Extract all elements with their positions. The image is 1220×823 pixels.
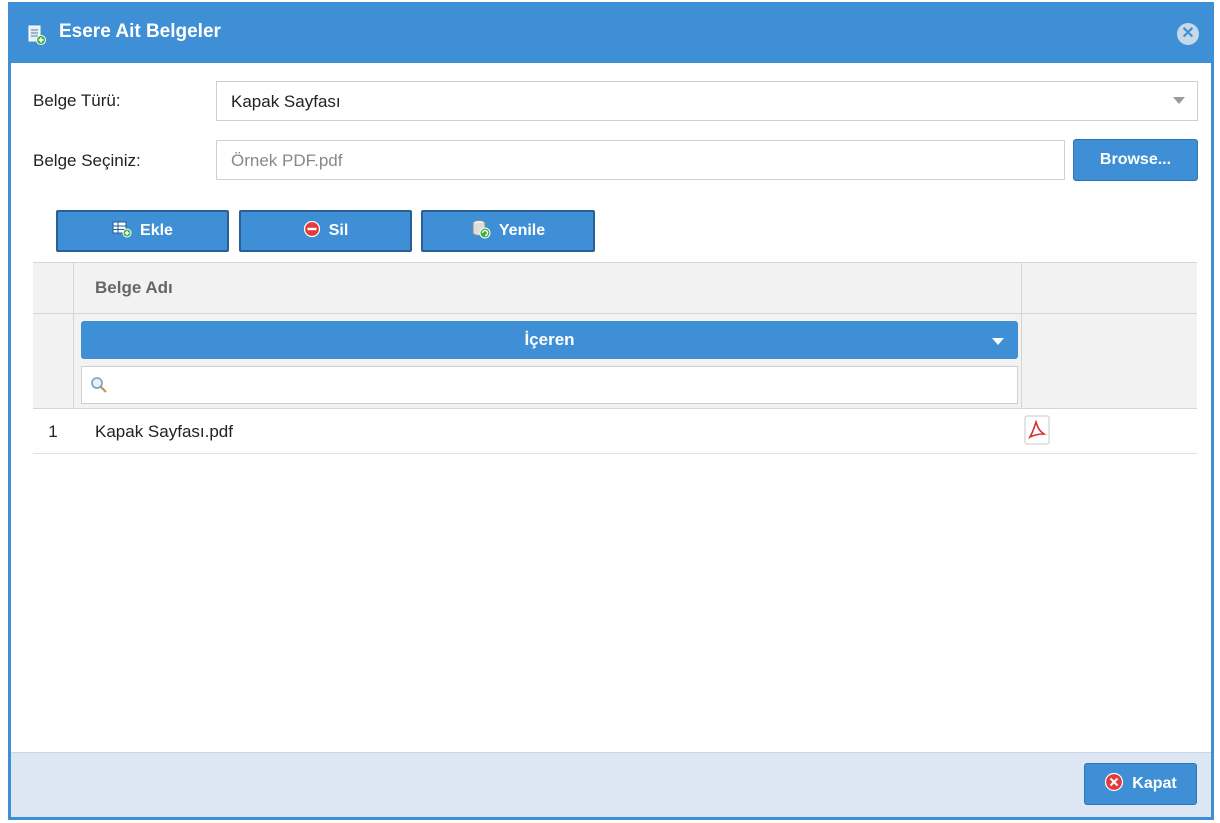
- pdf-icon[interactable]: [1024, 415, 1050, 450]
- search-icon: [90, 376, 108, 399]
- sil-label: Sil: [328, 222, 349, 239]
- belge-turu-label: Belge Türü:: [33, 91, 121, 110]
- filter-search-input[interactable]: [81, 366, 1018, 404]
- column-header-belge-adi[interactable]: Belge Adı: [95, 278, 173, 298]
- kapat-button[interactable]: Kapat: [1084, 763, 1197, 805]
- belge-turu-value: Kapak Sayfası: [231, 92, 341, 111]
- yenile-label: Yenile: [498, 222, 546, 239]
- close-icon[interactable]: ✕: [1177, 23, 1199, 45]
- dialog-title: Esere Ait Belgeler: [59, 21, 221, 42]
- minus-circle-icon: [303, 220, 321, 243]
- document-dialog: Esere Ait Belgeler ✕ Belge Türü: Kapak S…: [8, 2, 1214, 820]
- belge-turu-select[interactable]: Kapak Sayfası: [216, 81, 1198, 121]
- chevron-down-icon: [1173, 97, 1185, 104]
- belge-seciniz-label: Belge Seçiniz:: [33, 151, 141, 170]
- sil-button[interactable]: Sil: [239, 210, 412, 252]
- filter-mode-value: İçeren: [524, 330, 575, 349]
- row-number: 1: [48, 422, 58, 441]
- database-refresh-icon: [471, 219, 491, 244]
- dialog-titlebar[interactable]: Esere Ait Belgeler ✕: [11, 5, 1211, 63]
- filter-mode-select[interactable]: İçeren: [81, 321, 1018, 359]
- file-path-field[interactable]: Örnek PDF.pdf: [216, 140, 1065, 180]
- chevron-down-icon: [992, 338, 1004, 345]
- file-path-value: Örnek PDF.pdf: [231, 151, 343, 170]
- document-stack-icon: [27, 25, 47, 50]
- grid-filter-row: İçeren: [33, 314, 1197, 409]
- document-name: Kapak Sayfası.pdf: [95, 422, 233, 441]
- yenile-button[interactable]: Yenile: [421, 210, 595, 252]
- browse-button[interactable]: Browse...: [1073, 139, 1198, 181]
- table-row[interactable]: 1 Kapak Sayfası.pdf: [33, 409, 1197, 454]
- dialog-footer: Kapat: [11, 752, 1211, 817]
- ekle-button[interactable]: Ekle: [56, 210, 229, 252]
- grid-add-icon: [112, 220, 132, 243]
- grid-header: Belge Adı: [33, 262, 1197, 314]
- close-circle-red-icon: [1104, 772, 1124, 797]
- kapat-label: Kapat: [1132, 775, 1177, 792]
- ekle-label: Ekle: [140, 222, 173, 239]
